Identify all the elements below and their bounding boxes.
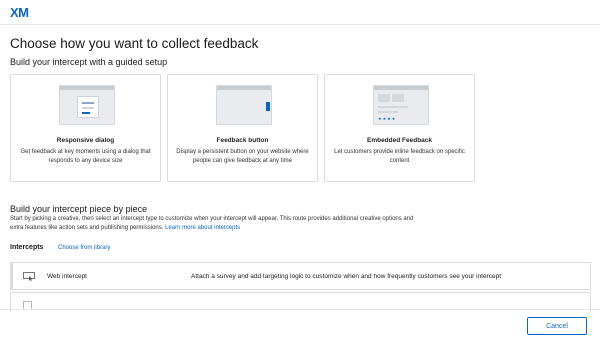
choose-from-library-link[interactable]: Choose from library — [58, 245, 110, 251]
page-title: Choose how you want to collect feedback — [10, 36, 259, 51]
card-description: Get feedback at key moments using a dial… — [20, 149, 151, 164]
card-description: Let customers provide inline feedback on… — [334, 149, 465, 164]
xm-logo: XM — [10, 5, 29, 20]
cancel-button[interactable]: Cancel — [527, 317, 587, 335]
intercept-name: Web intercept — [47, 273, 87, 280]
feedback-button-illustration — [216, 85, 272, 125]
cursor-icon — [23, 272, 35, 281]
card-responsive-dialog[interactable]: Responsive dialog Get feedback at key mo… — [10, 74, 161, 182]
card-description: Display a persistent button on your webs… — [176, 149, 309, 164]
piece-by-piece-heading: Build your intercept piece by piece — [10, 204, 148, 214]
card-title: Embedded Feedback — [366, 137, 433, 144]
card-embedded-feedback[interactable]: ★★★★ Embedded Feedback Let customers pro… — [324, 74, 475, 182]
footer-divider — [0, 309, 600, 310]
card-feedback-button[interactable]: Feedback button Display a persistent but… — [167, 74, 318, 182]
intercepts-label: Intercepts — [10, 244, 44, 251]
intercept-description: Attach a survey and add targeting logic … — [191, 273, 502, 280]
embedded-feedback-illustration: ★★★★ — [373, 85, 429, 125]
guided-setup-heading: Build your intercept with a guided setup — [10, 57, 168, 67]
header-divider — [0, 24, 600, 25]
responsive-dialog-illustration — [59, 85, 115, 125]
intercept-row-web[interactable]: Web intercept Attach a survey and add ta… — [10, 262, 591, 290]
card-title: Responsive dialog — [56, 137, 115, 144]
piece-by-piece-description: Start by picking a creative, then select… — [10, 215, 420, 233]
learn-more-link[interactable]: Learn more about intercepts — [165, 225, 240, 231]
card-title: Feedback button — [216, 137, 269, 144]
